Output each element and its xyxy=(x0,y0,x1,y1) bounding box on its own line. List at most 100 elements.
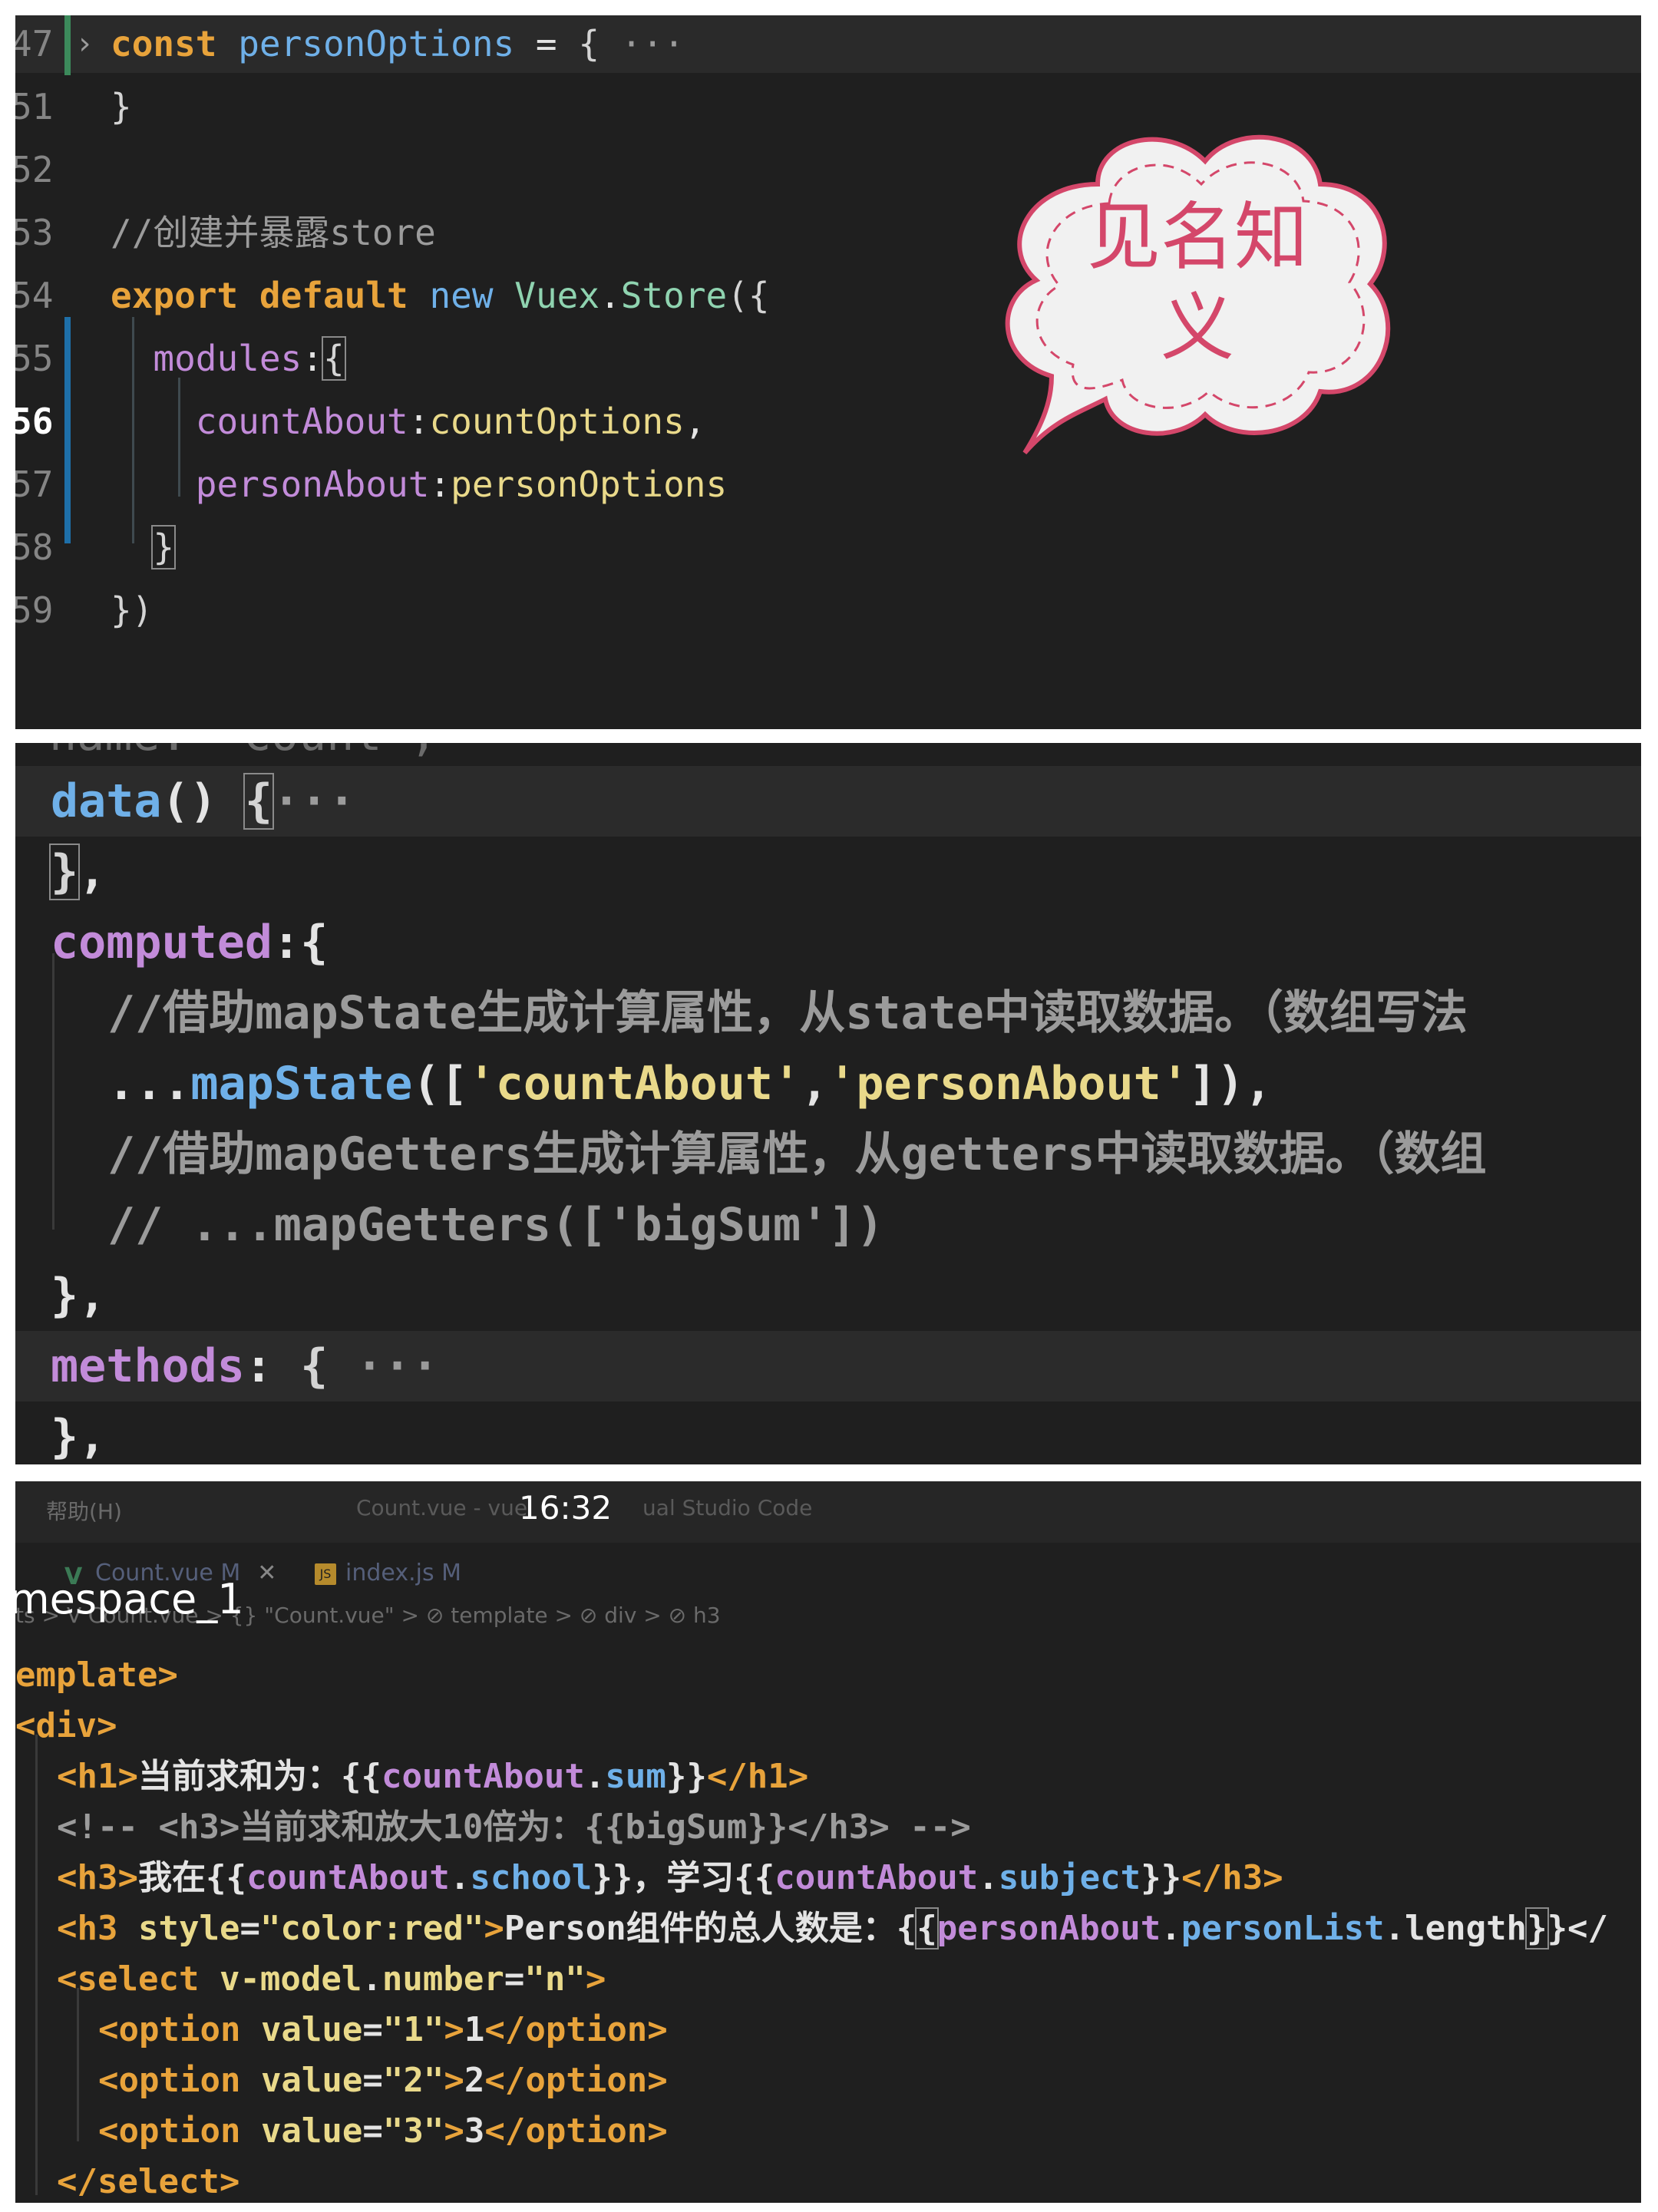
code-token: school xyxy=(470,1858,593,1897)
code-token: <div> xyxy=(15,1706,117,1745)
code-text: <div> xyxy=(15,1701,117,1751)
code-text: </select> xyxy=(57,2157,239,2203)
line-number: 47 xyxy=(15,23,54,64)
line-number: 59 xyxy=(15,589,54,631)
fold-chevron-icon[interactable]: › xyxy=(75,15,94,73)
code-token: "color:red" xyxy=(259,1909,484,1948)
code-text: //创建并暴露store xyxy=(111,204,436,262)
code-text: const personOptions = { ··· xyxy=(111,15,685,73)
code-token: </h1> xyxy=(706,1757,809,1796)
code-token: }, xyxy=(51,1410,107,1464)
code-token: . xyxy=(362,1959,382,1999)
code-panel-computed: name: 'Count', data() {···},computed:{//… xyxy=(15,743,1641,1464)
code-text: }, xyxy=(48,837,106,907)
code-line[interactable]: }, xyxy=(15,1401,1641,1464)
code-token: ([ xyxy=(412,1057,468,1111)
code-token: 2 xyxy=(464,2061,485,2100)
code-token: emplate> xyxy=(15,1656,178,1695)
code-token: <option xyxy=(98,2010,241,2049)
code-text: <h1>当前求和为：{{countAbout.sum}}</h1> xyxy=(57,1751,808,1802)
code-token: 3 xyxy=(464,2111,485,2151)
code-line[interactable]: data() {··· xyxy=(15,766,1641,837)
code-line[interactable]: <select v-model.number="n"> xyxy=(15,1954,1641,2005)
code-text: data() {··· xyxy=(51,766,355,837)
code-token: 当前求和为： xyxy=(137,1757,341,1796)
tab-index-js[interactable]: JS index.js M xyxy=(315,1560,461,1586)
code-token: Store xyxy=(620,275,728,316)
code-token: {{ xyxy=(205,1858,246,1897)
code-token: countAbout xyxy=(111,401,408,442)
code-token: //借助mapState生成计算属性，从state中读取数据。（数组写法 xyxy=(107,986,1468,1040)
code-token: > xyxy=(444,2111,464,2151)
code-line[interactable]: methods: { ··· xyxy=(15,1331,1641,1401)
code-text: <select v-model.number="n"> xyxy=(57,1954,606,2005)
code-token: countAbout xyxy=(381,1757,585,1796)
code-token: = xyxy=(362,2010,383,2049)
code-text: }, xyxy=(51,1401,106,1464)
line-number: 51 xyxy=(15,86,54,127)
code-token: :{ xyxy=(272,916,329,969)
code-line[interactable]: // ...mapGetters(['bigSum']) xyxy=(15,1190,1641,1260)
code-line[interactable]: ...mapState(['countAbout','personAbout']… xyxy=(15,1048,1641,1119)
code-line[interactable]: <h3>我在{{countAbout.school}}，学习{{countAbo… xyxy=(15,1853,1641,1903)
code-token: () xyxy=(161,774,245,828)
code-text: personAbout:personOptions xyxy=(111,456,727,513)
code-token: { xyxy=(243,773,275,830)
code-line[interactable]: <h3 style="color:red">Person组件的总人数是：{{pe… xyxy=(15,1903,1641,1954)
code-token: = xyxy=(504,1959,525,1999)
code-text: emplate> xyxy=(15,1650,178,1701)
code-token: </select> xyxy=(57,2162,240,2201)
code-token: Vuex xyxy=(514,275,600,316)
code-line[interactable]: </select> xyxy=(15,2157,1641,2203)
code-token: . xyxy=(584,1757,606,1796)
code-token: <!-- <h3>当前求和放大10倍为：{{bigSum}}</h3> --> xyxy=(57,1808,971,1847)
code-line[interactable]: }, xyxy=(15,837,1641,907)
code-token: }} xyxy=(592,1858,633,1897)
code-token: <h3> xyxy=(57,1858,138,1897)
code-token: Person组件的总人数是： xyxy=(504,1909,897,1948)
code-token: sum xyxy=(605,1757,666,1796)
code-line[interactable]: computed:{ xyxy=(15,907,1641,978)
code-token: , xyxy=(684,401,706,442)
code-token: const xyxy=(111,23,217,64)
code-line[interactable]: <option value="3">3</option> xyxy=(15,2106,1641,2157)
code-token: <h3 xyxy=(57,1909,118,1948)
code-line[interactable]: //借助mapState生成计算属性，从state中读取数据。（数组写法 xyxy=(15,978,1641,1048)
code-line[interactable]: <div> xyxy=(15,1701,1641,1751)
code-token: . xyxy=(1161,1909,1181,1948)
code-token: export xyxy=(111,275,239,316)
code-token: ]), xyxy=(1188,1057,1273,1111)
code-line[interactable]: 59}) xyxy=(15,582,1641,639)
code-text: <option value="3">3</option> xyxy=(98,2106,668,2157)
code-token: ... xyxy=(107,1057,191,1111)
code-token: ··· xyxy=(272,774,356,828)
code-line[interactable]: 58 } xyxy=(15,519,1641,576)
js-file-icon: JS xyxy=(315,1563,336,1585)
code-line[interactable]: <option value="2">2</option> xyxy=(15,2055,1641,2106)
code-token: number xyxy=(381,1959,504,1999)
menu-help[interactable]: 帮助(H) xyxy=(46,1495,122,1526)
code-token: value xyxy=(260,2061,363,2100)
code-token: = xyxy=(514,23,579,64)
code-line[interactable]: <!-- <h3>当前求和放大10倍为：{{bigSum}}</h3> --> xyxy=(15,1802,1641,1853)
code-line[interactable]: <option value="1">1</option> xyxy=(15,2005,1641,2055)
code-line[interactable]: <h1>当前求和为：{{countAbout.sum}}</h1> xyxy=(15,1751,1641,1802)
line-number: 56 xyxy=(15,401,54,442)
code-line[interactable]: 47 › const personOptions = { ··· xyxy=(15,15,1641,75)
code-text: } xyxy=(111,78,132,136)
code-line[interactable]: //借助mapGetters生成计算属性，从getters中读取数据。（数组 xyxy=(15,1119,1641,1190)
code-token: methods xyxy=(51,1339,245,1393)
code-line[interactable]: }, xyxy=(15,1260,1641,1331)
code-token: "2" xyxy=(382,2061,444,2100)
code-token: 'countAbout' xyxy=(467,1057,801,1111)
code-text: methods: { ··· xyxy=(51,1331,439,1401)
code-text: //借助mapGetters生成计算属性，从getters中读取数据。（数组 xyxy=(107,1119,1486,1190)
code-line[interactable]: emplate> xyxy=(15,1650,1641,1701)
code-token: }} xyxy=(666,1757,707,1796)
code-token: = xyxy=(362,2111,383,2151)
close-icon[interactable]: ✕ xyxy=(257,1560,276,1586)
